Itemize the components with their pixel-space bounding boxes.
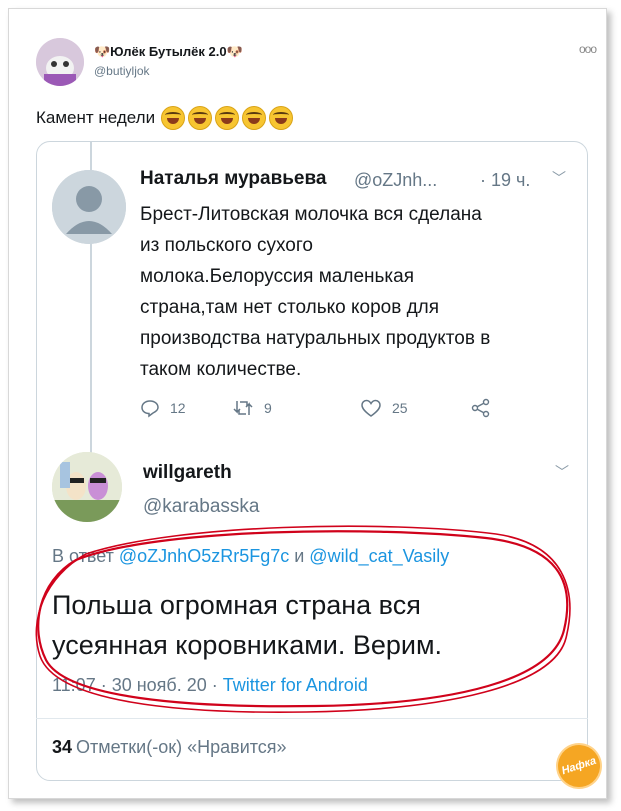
laughing-emoji-group <box>161 106 296 130</box>
likes-count: 34 <box>52 737 73 757</box>
reply-button[interactable]: 12 <box>140 398 186 418</box>
like-button[interactable]: 25 <box>360 398 408 418</box>
retweet-icon <box>233 401 253 415</box>
like-count: 25 <box>392 400 408 416</box>
reply-line: усеянная коровниками. Верим. <box>52 630 443 660</box>
reply-display-name[interactable]: willgareth <box>143 462 232 484</box>
top-display-name[interactable]: 🐶Юлёк Бутылёк 2.0🐶 <box>94 44 243 60</box>
mention-link-2[interactable]: @wild_cat_Vasily <box>309 546 449 566</box>
top-tweet-text: Камент недели <box>36 106 296 130</box>
quoted-line: страна,там нет столько коров для <box>140 297 440 318</box>
quoted-timestamp[interactable]: · 19 ч. <box>480 170 530 191</box>
quoted-line: таком количестве. <box>140 359 302 380</box>
replying-to-prefix: В ответ <box>52 546 119 566</box>
rofl-emoji-icon <box>269 106 294 130</box>
chevron-down-icon[interactable]: ﹀ <box>552 168 566 188</box>
tweet-timestamp[interactable]: 11:07 · 30 нояб. 20 · <box>52 675 223 695</box>
tweet-meta: 11:07 · 30 нояб. 20 · Twitter for Androi… <box>52 675 368 696</box>
default-avatar-icon[interactable] <box>52 170 126 244</box>
tweet-actions: 12 9 25 <box>140 398 520 422</box>
top-handle[interactable]: @butiyljok <box>94 64 150 78</box>
retweet-button[interactable]: 9 <box>232 398 272 418</box>
quoted-line: из польского сухого <box>140 235 313 256</box>
top-avatar[interactable] <box>36 38 84 86</box>
quoted-line: производства натуральных продуктов в <box>140 328 491 349</box>
divider <box>36 718 588 719</box>
reply-tweet-body: Польша огромная страна вся усеянная коро… <box>52 585 572 665</box>
more-options-icon[interactable]: ооо <box>579 42 597 56</box>
quoted-handle[interactable]: @oZJnh... <box>354 170 437 191</box>
rofl-emoji-icon <box>161 106 186 130</box>
rofl-emoji-icon <box>188 106 213 130</box>
reply-icon <box>141 400 159 418</box>
share-icon <box>471 398 490 418</box>
top-tweet-header: 🐶Юлёк Бутылёк 2.0🐶 @butiyljok ооо <box>36 38 597 86</box>
share-button[interactable] <box>470 398 502 418</box>
quoted-line: Брест-Литовская молочка вся сделана <box>140 204 482 225</box>
rofl-emoji-icon <box>215 106 240 130</box>
mention-link-1[interactable]: @oZJnhO5zRr5Fg7c <box>119 546 289 566</box>
chevron-down-icon[interactable]: ﹀ <box>555 462 569 482</box>
top-tweet-text-label: Камент недели <box>36 108 156 127</box>
replying-to-and: и <box>289 546 310 566</box>
quoted-display-name[interactable]: Наталья муравьева <box>140 168 327 190</box>
reply-count: 12 <box>170 400 186 416</box>
reply-avatar[interactable] <box>52 452 122 522</box>
rofl-emoji-icon <box>242 106 267 130</box>
reply-handle[interactable]: @karabasska <box>143 496 259 518</box>
quoted-tweet-body: Брест-Литовская молочка вся сделана из п… <box>140 199 580 385</box>
heart-icon <box>361 399 381 417</box>
quoted-line: молока.Белоруссия маленькая <box>140 266 415 287</box>
reply-line: Польша огромная страна вся <box>52 590 421 620</box>
retweet-count: 9 <box>264 400 272 416</box>
tweet-source-link[interactable]: Twitter for Android <box>223 675 368 695</box>
likes-summary[interactable]: 34 Отметки(-ок) «Нравится» <box>52 737 287 758</box>
likes-label: Отметки(-ок) «Нравится» <box>76 737 287 757</box>
replying-to-line: В ответ @oZJnhO5zRr5Fg7c и @wild_cat_Vas… <box>52 546 449 567</box>
watermark-text: Нафка <box>560 754 598 778</box>
